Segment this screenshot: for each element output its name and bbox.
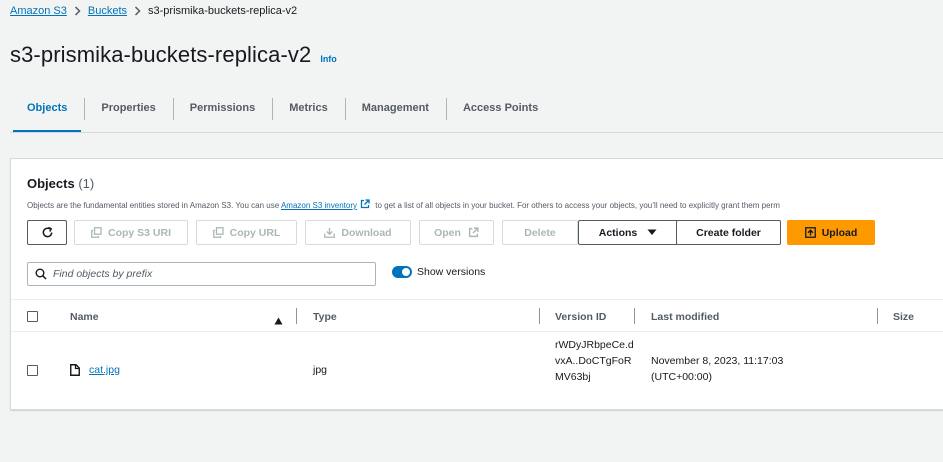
external-link-icon xyxy=(468,227,479,238)
tab-access-points[interactable]: Access Points xyxy=(445,92,555,124)
copy-icon xyxy=(212,227,224,238)
column-header-type[interactable]: Type xyxy=(313,311,337,323)
search-input[interactable] xyxy=(53,268,353,280)
copy-s3-uri-label: Copy S3 URI xyxy=(107,226,171,239)
show-versions-label: Show versions xyxy=(417,266,486,278)
objects-panel-title: Objects (1) xyxy=(27,176,94,191)
column-divider[interactable] xyxy=(296,308,297,324)
breadcrumb-amazon-s3[interactable]: Amazon S3 xyxy=(10,4,67,18)
column-divider[interactable] xyxy=(634,308,635,324)
refresh-button[interactable] xyxy=(27,220,67,245)
download-button[interactable]: Download xyxy=(305,220,411,245)
tab-properties[interactable]: Properties xyxy=(84,92,172,124)
breadcrumb-current: s3-prismika-buckets-replica-v2 xyxy=(148,5,298,17)
upload-icon xyxy=(804,227,816,238)
tab-bar: Objects Properties Permissions Metrics M… xyxy=(10,92,943,133)
objects-heading: Objects xyxy=(27,176,75,191)
download-label: Download xyxy=(341,226,392,239)
breadcrumb: Amazon S3 Buckets s3-prismika-buckets-re… xyxy=(10,4,297,18)
tab-objects[interactable]: Objects xyxy=(10,92,84,132)
external-link-icon xyxy=(360,199,370,211)
breadcrumb-buckets[interactable]: Buckets xyxy=(88,4,127,18)
copy-url-label: Copy URL xyxy=(229,226,281,239)
column-divider[interactable] xyxy=(539,308,540,324)
column-header-name[interactable]: Name xyxy=(70,311,99,323)
chevron-right-icon xyxy=(74,6,81,16)
description-text-after: to get a list of all objects in your buc… xyxy=(375,201,780,210)
delete-button[interactable]: Delete xyxy=(502,220,578,245)
object-type: jpg xyxy=(313,364,328,376)
create-folder-label: Create folder xyxy=(696,226,761,239)
description-text-before: Objects are the fundamental entities sto… xyxy=(27,201,280,210)
show-versions-toggle[interactable] xyxy=(392,266,412,278)
open-label: Open xyxy=(434,226,461,239)
search-icon xyxy=(35,268,47,280)
table-header: Name Type Version ID Last modified Size xyxy=(11,299,943,332)
caret-down-icon xyxy=(647,229,657,236)
object-last-modified: November 8, 2023, 11:17:03 (UTC+00:00) xyxy=(651,355,784,383)
page-title: s3-prismika-buckets-replica-v2 xyxy=(10,42,312,67)
tab-permissions[interactable]: Permissions xyxy=(172,92,272,124)
search-box xyxy=(27,262,376,286)
column-header-version-id[interactable]: Version ID xyxy=(555,311,606,323)
delete-label: Delete xyxy=(524,226,556,239)
file-icon xyxy=(70,364,80,376)
download-icon xyxy=(324,227,336,238)
objects-description: Objects are the fundamental entities sto… xyxy=(27,199,780,211)
copy-url-button[interactable]: Copy URL xyxy=(196,220,297,245)
info-link[interactable]: Info xyxy=(320,54,337,64)
tab-divider xyxy=(10,132,943,133)
select-all-checkbox[interactable] xyxy=(27,311,38,322)
copy-s3-uri-button[interactable]: Copy S3 URI xyxy=(74,220,188,245)
sort-ascending-icon[interactable] xyxy=(274,312,283,330)
tab-management[interactable]: Management xyxy=(344,92,446,124)
column-divider[interactable] xyxy=(877,308,878,324)
upload-label: Upload xyxy=(821,226,858,239)
objects-panel: Objects (1) Objects are the fundamental … xyxy=(10,158,943,410)
upload-button[interactable]: Upload xyxy=(787,220,875,245)
tab-metrics[interactable]: Metrics xyxy=(272,92,345,124)
chevron-right-icon xyxy=(134,6,141,16)
actions-label: Actions xyxy=(598,226,638,239)
object-version-id: rWDyJRbpeCe.dvxA..DoCTgFoRMV63bj xyxy=(555,339,634,383)
refresh-icon xyxy=(41,226,54,239)
open-button[interactable]: Open xyxy=(419,220,494,245)
copy-icon xyxy=(91,227,102,238)
inventory-link[interactable]: Amazon S3 inventory xyxy=(281,201,357,210)
column-header-last-modified[interactable]: Last modified xyxy=(651,311,719,323)
column-header-size[interactable]: Size xyxy=(893,311,914,323)
create-folder-button[interactable]: Create folder xyxy=(676,220,781,245)
actions-dropdown[interactable]: Actions xyxy=(578,220,678,245)
table-row: cat.jpg jpg rWDyJRbpeCe.dvxA..DoCTgFoRMV… xyxy=(11,332,943,410)
object-name-link[interactable]: cat.jpg xyxy=(89,364,120,376)
row-checkbox[interactable] xyxy=(27,365,38,376)
objects-count: (1) xyxy=(78,176,95,191)
page-header: s3-prismika-buckets-replica-v2 Info xyxy=(10,42,337,68)
